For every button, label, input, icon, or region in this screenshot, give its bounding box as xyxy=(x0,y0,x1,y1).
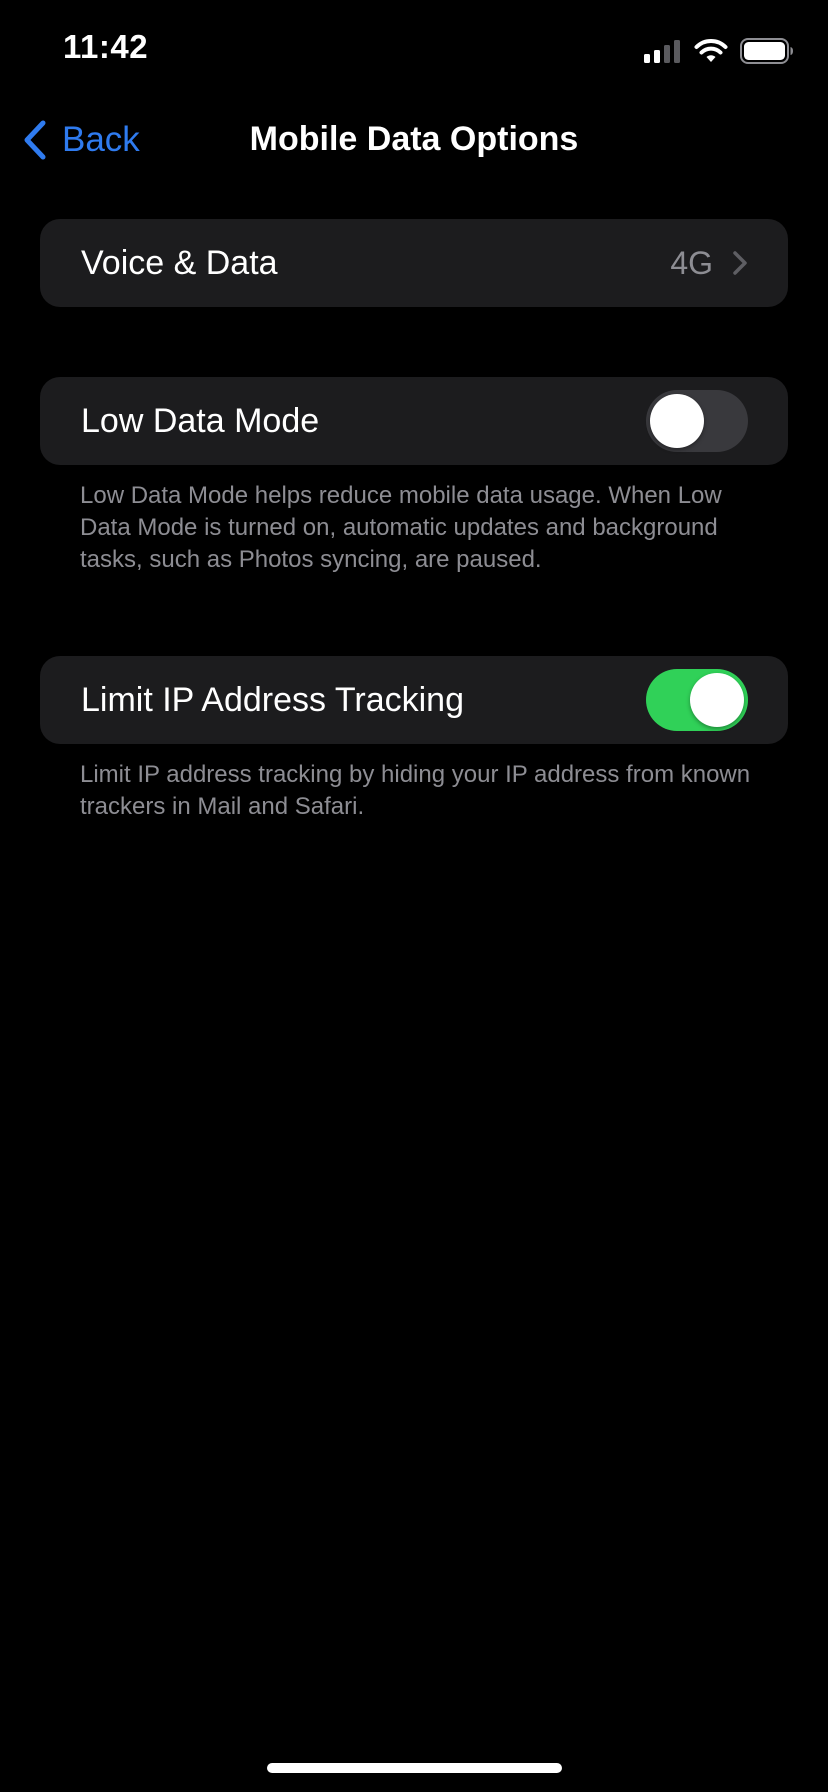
low-data-mode-footer: Low Data Mode helps reduce mobile data u… xyxy=(80,482,722,573)
voice-data-row[interactable]: Voice & Data 4G xyxy=(40,219,788,307)
navigation-bar: Back Mobile Data Options xyxy=(0,100,828,180)
chevron-right-icon xyxy=(733,251,747,275)
low-data-mode-label: Low Data Mode xyxy=(81,402,320,440)
voice-data-value-container: 4G xyxy=(670,219,747,307)
status-bar: 11:42 xyxy=(0,0,828,100)
limit-ip-tracking-label: Limit IP Address Tracking xyxy=(81,681,464,719)
toggle-knob xyxy=(650,394,704,448)
limit-ip-tracking-toggle[interactable] xyxy=(646,669,748,731)
status-icons xyxy=(644,36,794,66)
low-data-mode-toggle[interactable] xyxy=(646,390,748,452)
voice-data-value: 4G xyxy=(670,244,713,281)
voice-data-label: Voice & Data xyxy=(81,244,278,282)
wifi-icon xyxy=(694,39,728,62)
toggle-knob xyxy=(690,673,744,727)
battery-icon xyxy=(740,38,793,64)
low-data-mode-row: Low Data Mode xyxy=(40,377,788,465)
home-indicator[interactable] xyxy=(267,1763,562,1773)
status-time: 11:42 xyxy=(63,28,149,65)
cellular-signal-icon xyxy=(644,40,680,63)
page-title: Mobile Data Options xyxy=(249,120,579,158)
limit-ip-tracking-row: Limit IP Address Tracking xyxy=(40,656,788,744)
limit-ip-tracking-footer: Limit IP address tracking by hiding your… xyxy=(80,761,751,820)
